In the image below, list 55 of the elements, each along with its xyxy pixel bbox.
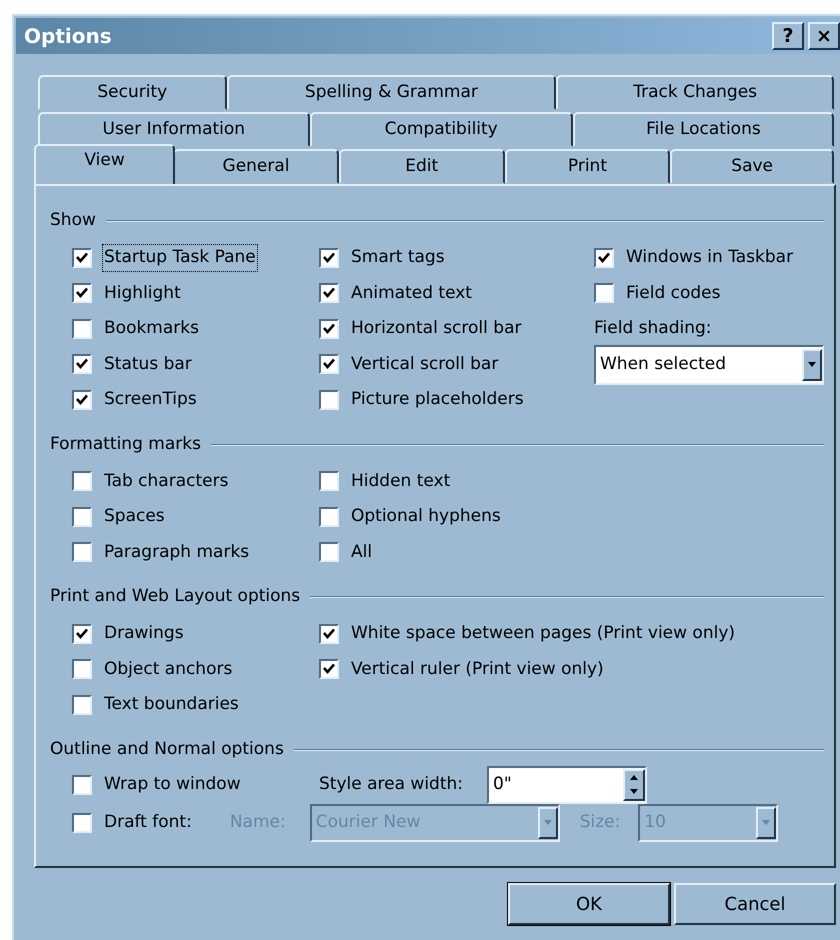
- field-label: Field shading:: [594, 317, 712, 340]
- checkbox-label[interactable]: Smart tags: [349, 244, 447, 272]
- checkbox-label[interactable]: Highlight: [102, 280, 183, 307]
- dropdown-value: When selected: [600, 352, 726, 376]
- checkbox-label[interactable]: Tab characters: [102, 468, 230, 495]
- checkbox-label[interactable]: Picture placeholders: [349, 386, 526, 414]
- tab[interactable]: Compatibility: [310, 112, 573, 147]
- checkbox-label[interactable]: Startup Task Pane: [102, 244, 258, 272]
- checkbox-label[interactable]: Wrap to window: [102, 770, 243, 798]
- tab[interactable]: User Information: [38, 112, 310, 147]
- section-title: Formatting marks: [50, 432, 201, 456]
- tab[interactable]: Edit: [338, 149, 505, 184]
- checkbox-label[interactable]: Status bar: [102, 350, 194, 378]
- ok-button[interactable]: OK: [508, 883, 670, 925]
- checkbox-label[interactable]: Windows in Taskbar: [624, 244, 796, 272]
- spin-value: 0": [493, 772, 512, 796]
- tab[interactable]: Print: [504, 149, 670, 184]
- help-button[interactable]: ?: [772, 22, 804, 50]
- tab[interactable]: Track Changes: [556, 75, 834, 110]
- tab[interactable]: General: [173, 149, 339, 184]
- section-title: Outline and Normal options: [50, 738, 284, 761]
- dropdown-value: Courier New: [316, 810, 420, 834]
- checkbox-label[interactable]: ScreenTips: [102, 386, 199, 414]
- field-label: Name:: [230, 810, 286, 834]
- field-label: Size:: [580, 810, 620, 834]
- checkbox-label[interactable]: Horizontal scroll bar: [349, 315, 524, 342]
- checkbox-label[interactable]: Drawings: [102, 620, 186, 648]
- checkbox-label[interactable]: Bookmarks: [102, 315, 201, 342]
- section-title: Show: [50, 209, 96, 232]
- dropdown-value: 10: [644, 810, 666, 834]
- checkbox-label[interactable]: Draft font:: [102, 808, 194, 836]
- checkbox-label[interactable]: Animated text: [349, 280, 474, 307]
- checkbox-label[interactable]: Object anchors: [102, 656, 234, 683]
- field-label: Style area width:: [319, 772, 464, 796]
- tab[interactable]: File Locations: [572, 112, 834, 147]
- window-title: Options: [24, 23, 112, 50]
- checkbox-label[interactable]: Field codes: [624, 280, 722, 307]
- checkbox-label[interactable]: Optional hyphens: [349, 503, 503, 530]
- tab[interactable]: View: [34, 144, 176, 184]
- checkbox-label[interactable]: Vertical scroll bar: [349, 350, 500, 378]
- tab[interactable]: Save: [670, 149, 834, 184]
- checkbox-label[interactable]: All: [349, 538, 374, 566]
- checkbox-label[interactable]: Vertical ruler (Print view only): [349, 656, 606, 683]
- cancel-button[interactable]: Cancel: [674, 883, 836, 925]
- checkbox-label[interactable]: White space between pages (Print view only): [349, 620, 738, 648]
- spin-field[interactable]: 0": [487, 766, 648, 804]
- dropdown[interactable]: When selected: [594, 344, 824, 384]
- checkbox-label[interactable]: Spaces: [102, 503, 167, 530]
- section-title: Print and Web Layout options: [50, 585, 300, 608]
- checkbox-label[interactable]: Paragraph marks: [102, 538, 252, 566]
- checkbox-label[interactable]: Hidden text: [349, 468, 452, 495]
- tab[interactable]: Spelling & Grammar: [226, 75, 556, 110]
- close-button[interactable]: ×: [808, 22, 840, 50]
- checkbox-label[interactable]: Text boundaries: [102, 691, 241, 718]
- tab[interactable]: Security: [38, 75, 227, 110]
